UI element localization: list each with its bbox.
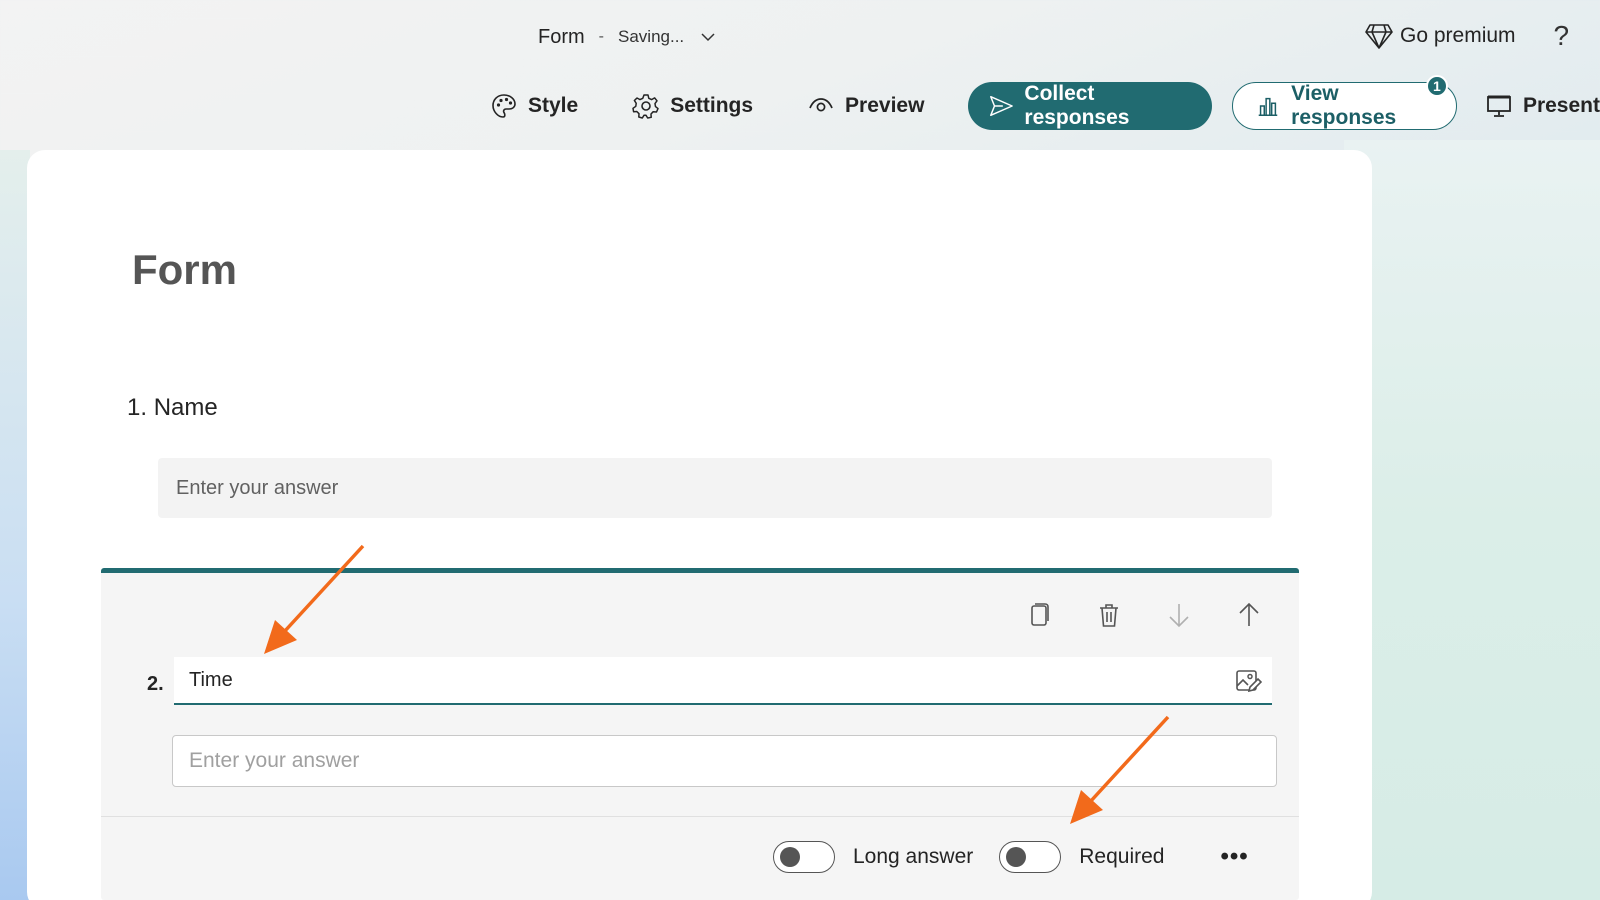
- delete-icon[interactable]: [1095, 601, 1123, 629]
- toolbar: Style Settings Preview Collect responses…: [490, 75, 1600, 130]
- settings-label: Settings: [670, 94, 754, 117]
- form-name: Form: [538, 25, 585, 48]
- palette-icon: [492, 94, 516, 118]
- question-2-answer-field[interactable]: Enter your answer: [172, 735, 1277, 787]
- more-options-icon[interactable]: •••: [1220, 843, 1248, 871]
- move-up-icon[interactable]: [1235, 601, 1263, 629]
- form-heading[interactable]: Form: [132, 246, 237, 294]
- question-2-number: 2.: [147, 673, 164, 695]
- save-status: Saving...: [618, 27, 685, 46]
- question-1-number: 1.: [127, 394, 148, 421]
- insert-media-icon[interactable]: [1234, 667, 1262, 695]
- settings-button[interactable]: Settings: [632, 82, 753, 130]
- chevron-down-icon[interactable]: [698, 27, 718, 47]
- collect-responses-label: Collect responses: [1024, 82, 1130, 129]
- copy-icon[interactable]: [1025, 601, 1053, 629]
- question-1-text: Name: [153, 394, 218, 421]
- present-button[interactable]: Present: [1485, 82, 1600, 130]
- background-right: [1344, 140, 1600, 900]
- style-button[interactable]: Style: [490, 82, 578, 130]
- long-answer-label: Long answer: [853, 845, 974, 868]
- response-count-badge: 1: [1425, 75, 1448, 97]
- style-label: Style: [528, 94, 579, 117]
- question-footer-divider: [101, 816, 1299, 817]
- question-2-title-text: Time: [189, 668, 233, 691]
- move-down-icon[interactable]: [1165, 601, 1193, 629]
- long-answer-toggle[interactable]: [773, 841, 835, 873]
- go-premium-button[interactable]: Go premium: [1364, 21, 1516, 51]
- preview-button[interactable]: Preview: [807, 82, 924, 130]
- question-2-editor: 2. Time Enter your answer Long answer Re…: [101, 568, 1299, 900]
- preview-label: Preview: [845, 94, 925, 117]
- question-1-answer-field[interactable]: Enter your answer: [158, 458, 1272, 518]
- form-title-bar[interactable]: Form - Saving...: [538, 22, 718, 52]
- question-2-title-input[interactable]: Time: [174, 657, 1272, 705]
- present-label: Present: [1522, 94, 1600, 117]
- toggle-knob: [1006, 847, 1027, 867]
- question-toolbar: [1025, 601, 1263, 629]
- bar-chart-icon: [1258, 97, 1278, 117]
- view-responses-label: View responses: [1291, 82, 1397, 129]
- monitor-icon: [1487, 95, 1511, 117]
- question-1-title[interactable]: 1. Name: [127, 394, 218, 422]
- toggle-knob: [780, 847, 800, 867]
- eye-icon: [809, 98, 833, 112]
- background-left: [0, 150, 30, 900]
- form-card: Form 1. Name Enter your answer 2. Time E…: [27, 150, 1372, 900]
- collect-responses-button[interactable]: Collect responses: [968, 82, 1213, 130]
- view-responses-button[interactable]: View responses 1: [1232, 75, 1457, 130]
- gear-icon: [632, 94, 659, 119]
- diamond-icon: [1365, 24, 1393, 49]
- send-icon: [990, 95, 1014, 117]
- title-separator: -: [598, 28, 604, 45]
- go-premium-label: Go premium: [1400, 24, 1516, 47]
- question-options: Long answer Required •••: [773, 841, 1249, 873]
- help-icon[interactable]: ?: [1554, 20, 1570, 52]
- required-toggle[interactable]: [999, 841, 1062, 873]
- top-right-actions: Go premium ?: [1364, 20, 1569, 52]
- required-label: Required: [1079, 845, 1165, 868]
